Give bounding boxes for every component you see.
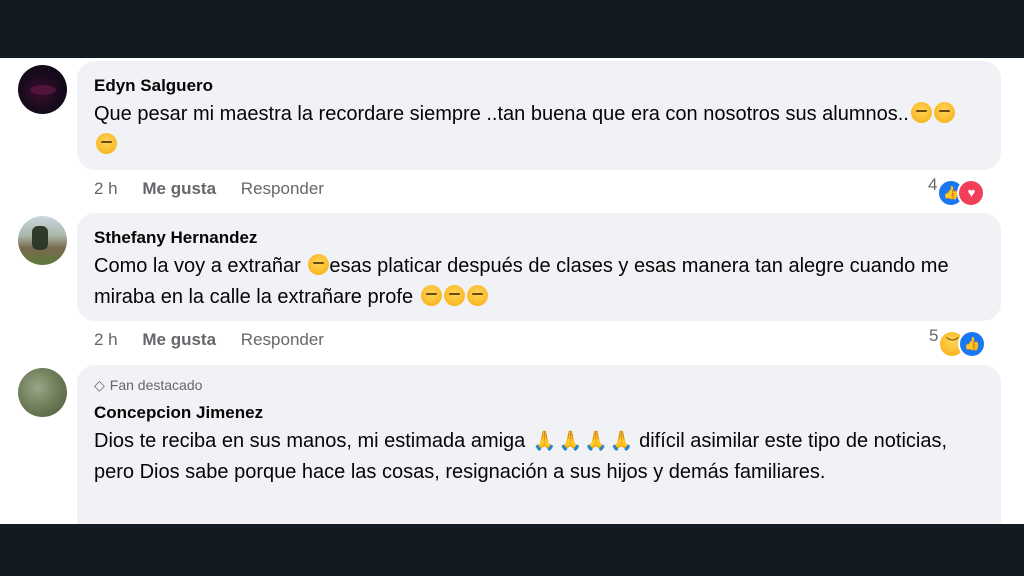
comment-text: Dios te reciba en sus manos, mi estimada… bbox=[94, 426, 974, 488]
comment-bubble: ◇ Fan destacado Concepcion Jimenez Dios t… bbox=[77, 365, 1001, 524]
bottom-frame-bar bbox=[0, 524, 1024, 576]
comment-text: Como la voy a extrañar esas platicar des… bbox=[94, 251, 974, 313]
comment-actions: 2 h Me gusta Responder bbox=[94, 179, 344, 199]
praying-hands-icon: 🙏 bbox=[584, 431, 608, 452]
crying-face-icon bbox=[910, 102, 932, 123]
crying-face-icon bbox=[933, 102, 955, 123]
like-icon: 👍 bbox=[958, 330, 987, 358]
comments-panel: Edyn Salguero Que pesar mi maestra la re… bbox=[0, 58, 1024, 524]
crying-face-icon bbox=[466, 285, 488, 306]
avatar[interactable] bbox=[18, 216, 67, 265]
praying-hands-icon: 🙏 bbox=[609, 431, 634, 452]
comment-author[interactable]: Sthefany Hernandez bbox=[94, 228, 257, 248]
crying-face-icon bbox=[308, 254, 330, 275]
love-icon: ♥ bbox=[957, 179, 986, 207]
comment-text-part: Como la voy a extrañar bbox=[94, 255, 307, 277]
comment-time[interactable]: 2 h bbox=[94, 179, 118, 198]
comment-bubble: Edyn Salguero Que pesar mi maestra la re… bbox=[77, 61, 1001, 170]
reaction-summary[interactable]: 4 👍 ♥ bbox=[928, 175, 986, 207]
comment-text: Que pesar mi maestra la recordare siempr… bbox=[94, 99, 974, 161]
comment-actions: 2 h Me gusta Responder bbox=[94, 330, 344, 350]
praying-hands-icon: 🙏 bbox=[532, 431, 557, 452]
like-button[interactable]: Me gusta bbox=[142, 330, 216, 349]
like-button[interactable]: Me gusta bbox=[142, 179, 216, 198]
praying-hands-icon: 🙏 bbox=[558, 431, 583, 452]
reply-button[interactable]: Responder bbox=[241, 330, 324, 349]
comment-bubble: Sthefany Hernandez Como la voy a extraña… bbox=[77, 213, 1001, 321]
reaction-summary[interactable]: 5 ︶ 👍 bbox=[929, 326, 987, 358]
comment-text-part: Dios te reciba en sus manos, mi estimada… bbox=[94, 430, 531, 452]
comment-author[interactable]: Edyn Salguero bbox=[94, 76, 213, 96]
top-frame-bar bbox=[0, 0, 1024, 58]
comment-author[interactable]: Concepcion Jimenez bbox=[94, 403, 263, 423]
diamond-icon: ◇ bbox=[94, 377, 105, 393]
crying-face-icon bbox=[420, 285, 442, 306]
avatar[interactable] bbox=[18, 65, 67, 114]
comment-text-content: Que pesar mi maestra la recordare siempr… bbox=[94, 103, 909, 125]
crying-face-icon bbox=[96, 133, 117, 154]
crying-face-icon bbox=[443, 285, 465, 306]
avatar[interactable] bbox=[18, 368, 67, 417]
comment-time[interactable]: 2 h bbox=[94, 330, 118, 349]
reaction-count: 4 bbox=[928, 175, 938, 194]
top-fan-badge: ◇ Fan destacado bbox=[94, 377, 202, 394]
badge-label: Fan destacado bbox=[109, 377, 203, 393]
reply-button[interactable]: Responder bbox=[241, 179, 324, 198]
reaction-count: 5 bbox=[929, 326, 939, 345]
